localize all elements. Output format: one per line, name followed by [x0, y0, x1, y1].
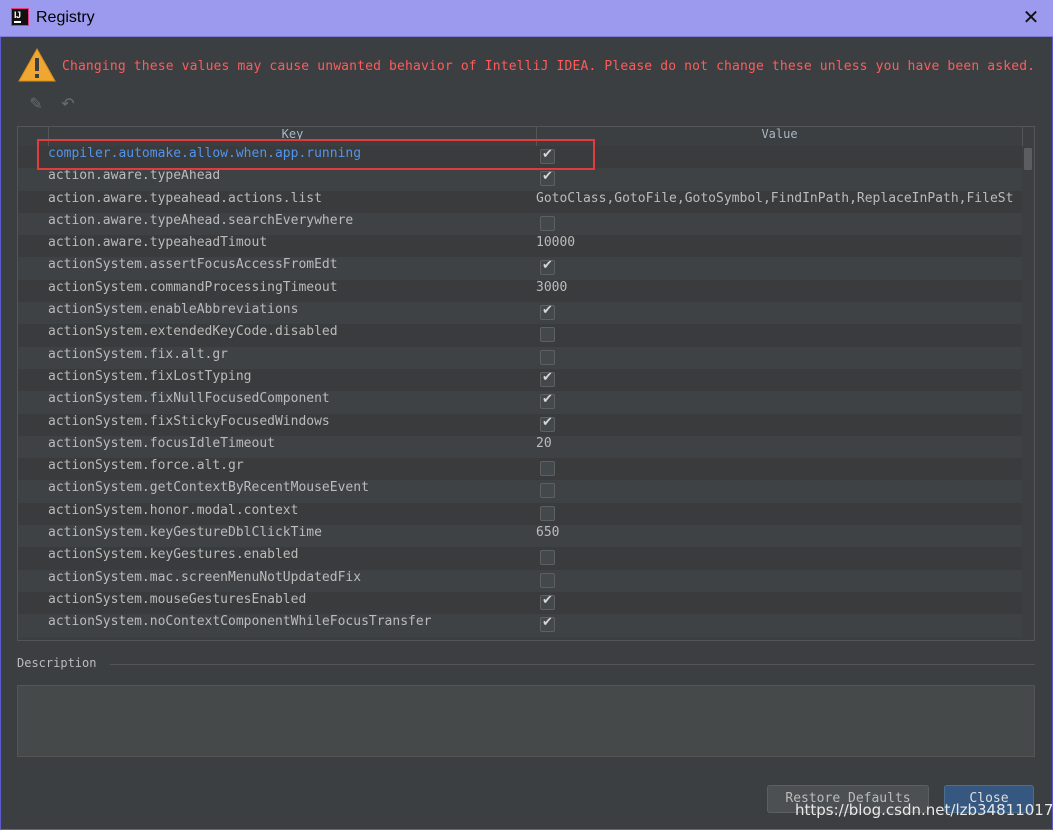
checkmark-icon: ✔ — [542, 369, 553, 385]
table-row[interactable]: actionSystem.force.alt.gr — [18, 458, 1022, 481]
value-checkbox[interactable] — [540, 215, 555, 231]
pencil-icon[interactable]: ✎ — [24, 92, 48, 116]
watermark-text: https://blog.csdn.net/lzb348110175 — [795, 801, 1053, 819]
table-row[interactable]: actionSystem.enableAbbreviations ✔ — [18, 302, 1022, 325]
table-row[interactable]: actionSystem.noContextComponentWhileFocu… — [18, 614, 1022, 637]
table-row[interactable]: actionSystem.commandProcessingTimeout 300… — [18, 279, 1022, 303]
description-divider — [110, 664, 1035, 665]
value-checkbox[interactable]: ✔ — [540, 592, 555, 610]
registry-key: compiler.automake.allow.when.app.running — [48, 146, 362, 161]
registry-table: Key Value compiler.automake.allow.when.a… — [17, 126, 1035, 641]
registry-key: action.aware.typeAhead.searchEverywhere — [48, 212, 354, 228]
intellij-app-icon: IJ — [11, 8, 29, 26]
title-bar: IJ Registry ✕ — [0, 0, 1053, 37]
value-checkbox[interactable] — [540, 349, 555, 365]
warning-icon — [18, 47, 56, 82]
registry-value[interactable]: 20 — [536, 436, 1022, 458]
column-header-key[interactable]: Key — [48, 127, 536, 146]
table-row[interactable]: actionSystem.focusIdleTimeout 20 — [18, 435, 1022, 459]
registry-key: actionSystem.mouseGesturesEnabled — [48, 591, 307, 607]
registry-key: actionSystem.force.alt.gr — [48, 458, 244, 474]
registry-key: actionSystem.noContextComponentWhileFocu… — [48, 614, 432, 630]
value-checkbox[interactable]: ✔ — [540, 615, 555, 633]
table-row[interactable]: actionSystem.fix.alt.gr — [18, 346, 1022, 369]
undo-icon[interactable]: ↶ — [56, 92, 80, 116]
table-row[interactable]: actionSystem.assertFocusAccessFromEdt ✔ — [18, 257, 1022, 280]
table-row[interactable]: actionSystem.getContextByRecentMouseEven… — [18, 480, 1022, 503]
registry-key: action.aware.typeahead.actions.list — [48, 190, 322, 206]
table-row[interactable]: compiler.automake.allow.when.app.running… — [18, 146, 1022, 169]
value-checkbox[interactable]: ✔ — [540, 369, 555, 387]
registry-key: actionSystem.assertFocusAccessFromEdt — [48, 257, 338, 273]
registry-key: action.aware.typeaheadTimout — [48, 235, 268, 251]
registry-value[interactable]: 3000 — [536, 280, 1022, 302]
checkmark-icon: ✔ — [542, 392, 553, 408]
registry-key: actionSystem.extendedKeyCode.disabled — [48, 324, 338, 340]
registry-key: actionSystem.fixLostTyping — [48, 368, 252, 384]
registry-key: action.aware.typeAhead — [48, 168, 221, 184]
value-checkbox[interactable] — [540, 483, 555, 499]
value-checkbox[interactable] — [540, 550, 555, 566]
value-checkbox[interactable] — [540, 505, 555, 521]
registry-key: actionSystem.mac.screenMenuNotUpdatedFix — [48, 569, 362, 585]
table-row[interactable]: actionSystem.keyGestureDblClickTime 650 — [18, 525, 1022, 548]
checkmark-icon: ✔ — [542, 615, 553, 631]
table-rows: compiler.automake.allow.when.app.running… — [18, 146, 1022, 637]
checkmark-icon: ✔ — [542, 258, 553, 274]
checkmark-icon: ✔ — [542, 147, 553, 162]
table-row[interactable]: actionSystem.extendedKeyCode.disabled — [18, 324, 1022, 347]
table-row[interactable]: actionSystem.mouseGesturesEnabled ✔ — [18, 591, 1022, 615]
registry-value[interactable]: 10000 — [536, 235, 1022, 257]
table-row[interactable]: action.aware.typeahead.actions.list GotoC… — [18, 190, 1022, 213]
window-title: Registry — [36, 9, 95, 26]
checkmark-icon: ✔ — [542, 169, 553, 185]
scrollbar-thumb[interactable] — [1024, 148, 1032, 170]
registry-key: actionSystem.commandProcessingTimeout — [48, 279, 338, 295]
registry-key: actionSystem.keyGestureDblClickTime — [48, 525, 322, 541]
table-row[interactable]: actionSystem.fixNullFocusedComponent ✔ — [18, 391, 1022, 414]
value-checkbox[interactable]: ✔ — [540, 392, 555, 410]
table-header: Key Value — [18, 127, 1034, 147]
table-row[interactable]: actionSystem.honor.modal.context — [18, 502, 1022, 526]
registry-key: actionSystem.focusIdleTimeout — [48, 435, 275, 451]
value-checkbox[interactable] — [540, 327, 555, 343]
value-checkbox[interactable]: ✔ — [540, 414, 555, 432]
value-checkbox[interactable]: ✔ — [540, 303, 555, 321]
registry-key: actionSystem.fixStickyFocusedWindows — [48, 413, 330, 429]
description-panel — [17, 685, 1035, 757]
table-row[interactable]: actionSystem.fixLostTyping ✔ — [18, 368, 1022, 392]
registry-key: actionSystem.getContextByRecentMouseEven… — [48, 480, 369, 496]
table-scrollbar[interactable] — [1022, 146, 1034, 640]
table-row[interactable]: action.aware.typeAhead ✔ — [18, 168, 1022, 191]
registry-key: actionSystem.fix.alt.gr — [48, 346, 229, 362]
checkmark-icon: ✔ — [542, 414, 553, 430]
table-row[interactable]: actionSystem.fixStickyFocusedWindows ✔ — [18, 413, 1022, 436]
column-header-value[interactable]: Value — [536, 127, 1023, 146]
registry-key: actionSystem.keyGestures.enabled — [48, 547, 299, 563]
checkmark-icon: ✔ — [542, 303, 553, 319]
value-checkbox[interactable] — [540, 572, 555, 588]
registry-value[interactable]: GotoClass,GotoFile,GotoSymbol,FindInPath… — [536, 191, 1022, 213]
table-row[interactable]: action.aware.typeaheadTimout 10000 — [18, 235, 1022, 258]
checkmark-icon: ✔ — [542, 592, 553, 608]
registry-key: actionSystem.fixNullFocusedComponent — [48, 391, 330, 407]
description-label: Description — [17, 656, 97, 670]
table-row[interactable]: actionSystem.mac.screenMenuNotUpdatedFix — [18, 569, 1022, 592]
value-checkbox[interactable]: ✔ — [540, 258, 555, 276]
table-row[interactable]: actionSystem.keyGestures.enabled — [18, 547, 1022, 570]
registry-value[interactable]: 650 — [536, 525, 1022, 547]
close-icon[interactable]: ✕ — [1020, 6, 1042, 28]
value-checkbox[interactable]: ✔ — [540, 169, 555, 187]
registry-key: actionSystem.honor.modal.context — [48, 502, 299, 518]
value-checkbox[interactable] — [540, 461, 555, 477]
warning-message: Changing these values may cause unwanted… — [62, 59, 1036, 74]
value-checkbox[interactable]: ✔ — [540, 147, 555, 164]
table-row[interactable]: action.aware.typeAhead.searchEverywhere — [18, 212, 1022, 236]
registry-key: actionSystem.enableAbbreviations — [48, 302, 299, 318]
